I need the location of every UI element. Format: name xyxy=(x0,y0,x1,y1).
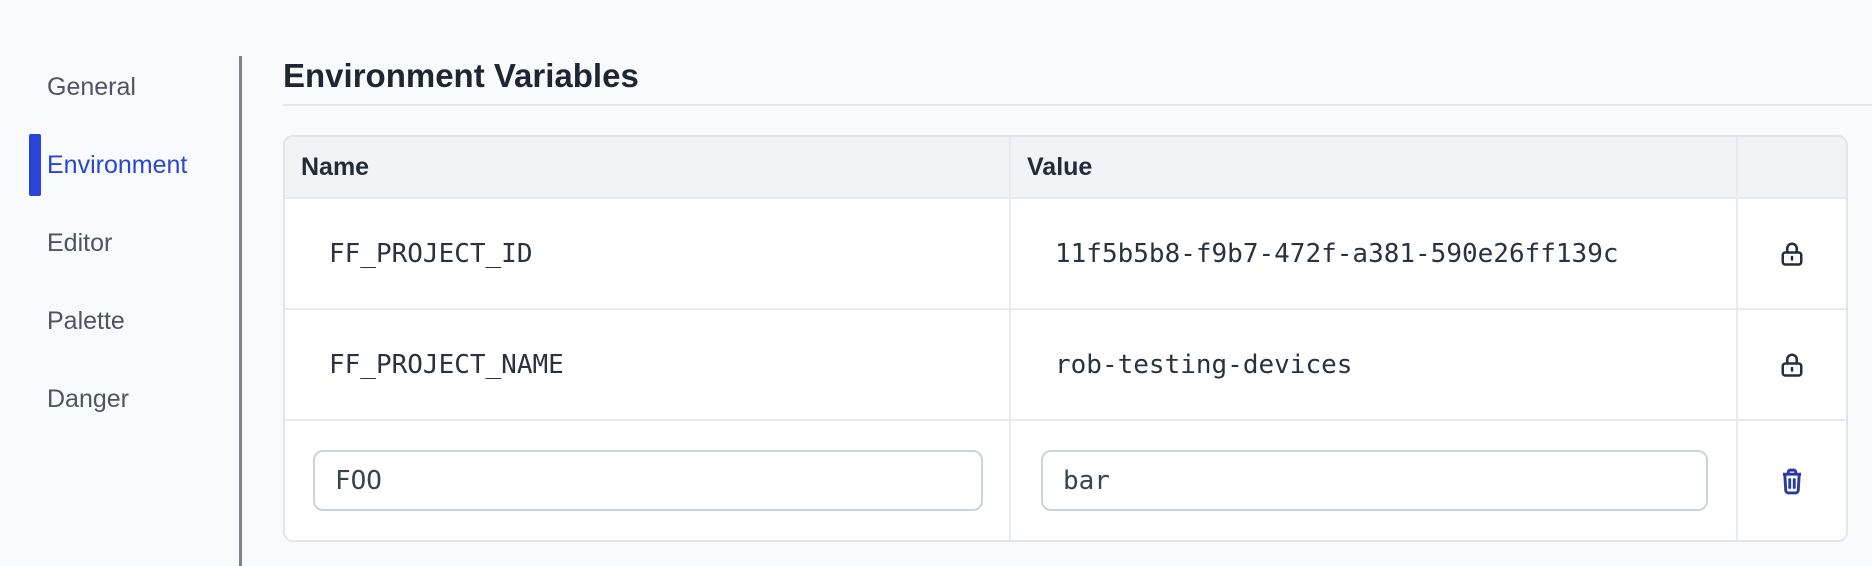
settings-sidebar: General Environment Editor Palette Dange… xyxy=(0,56,239,446)
lock-icon xyxy=(1777,239,1807,269)
title-divider xyxy=(283,104,1872,106)
env-variables-table: Name Value FF_PROJECT_ID 11f5b5b8-f9b7-4… xyxy=(283,135,1848,542)
page-title: Environment Variables xyxy=(283,57,639,94)
sidebar-item-general[interactable]: General xyxy=(0,56,239,118)
table-row: FF_PROJECT_NAME rob-testing-devices xyxy=(285,310,1846,421)
env-var-value: rob-testing-devices xyxy=(1011,310,1738,419)
sidebar-item-editor[interactable]: Editor xyxy=(0,212,239,274)
sidebar-item-label: Environment xyxy=(47,150,188,179)
lock-icon xyxy=(1777,350,1807,380)
sidebar-item-label: General xyxy=(47,72,136,101)
sidebar-item-label: Palette xyxy=(47,306,125,335)
table-row-editable xyxy=(285,421,1846,540)
active-indicator-bar xyxy=(29,134,41,196)
column-header-actions xyxy=(1738,137,1846,197)
env-var-name: FF_PROJECT_NAME xyxy=(285,310,1011,419)
env-var-name: FF_PROJECT_ID xyxy=(285,199,1011,308)
table-header-row: Name Value xyxy=(285,137,1846,199)
var-value-input[interactable] xyxy=(1041,450,1708,511)
sidebar-item-label: Editor xyxy=(47,228,113,257)
sidebar-item-label: Danger xyxy=(47,384,129,413)
sidebar-item-danger[interactable]: Danger xyxy=(0,368,239,430)
delete-row-button[interactable] xyxy=(1776,465,1808,497)
column-header-value: Value xyxy=(1011,137,1738,197)
trash-icon xyxy=(1776,465,1808,497)
sidebar-content-divider xyxy=(239,56,242,566)
env-var-value: 11f5b5b8-f9b7-472f-a381-590e26ff139c xyxy=(1011,199,1738,308)
table-row: FF_PROJECT_ID 11f5b5b8-f9b7-472f-a381-59… xyxy=(285,199,1846,310)
var-name-input[interactable] xyxy=(313,450,983,511)
column-header-name: Name xyxy=(285,137,1011,197)
sidebar-item-palette[interactable]: Palette xyxy=(0,290,239,352)
sidebar-item-environment[interactable]: Environment xyxy=(0,134,239,196)
